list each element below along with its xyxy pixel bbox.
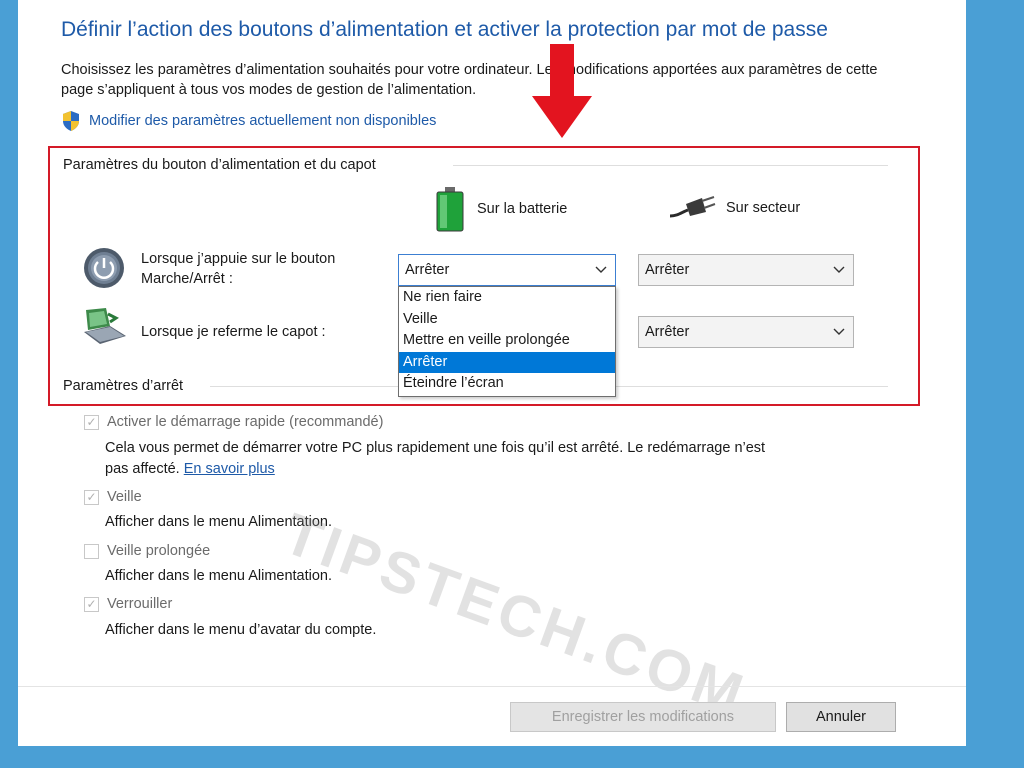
power-button-battery-value: Arrêter: [405, 262, 450, 278]
sleep-option[interactable]: ✓ Veille: [84, 489, 142, 505]
fast-startup-checkbox[interactable]: ✓: [84, 414, 99, 430]
plugged-label: Sur secteur: [726, 200, 801, 216]
watermark: TIPSTECH.COM: [275, 500, 755, 729]
lock-label: Verrouiller: [107, 596, 173, 612]
power-section-title: Paramètres du bouton d’alimentation et d…: [63, 157, 376, 173]
plug-icon: [669, 196, 716, 218]
fast-startup-option[interactable]: ✓ Activer le démarrage rapide (recommand…: [84, 414, 383, 430]
chevron-down-icon: [833, 328, 845, 335]
fast-startup-label: Activer le démarrage rapide (recommandé): [107, 414, 384, 430]
red-arrow-icon: [532, 44, 592, 138]
dropdown-option[interactable]: Mettre en veille prolongée: [399, 330, 615, 352]
page-title: Définir l’action des boutons d’alimentat…: [61, 18, 828, 41]
laptop-lid-icon: [84, 308, 126, 344]
page-description: Choisissez les paramètres d’alimentation…: [61, 62, 878, 98]
hibernate-label: Veille prolongée: [107, 543, 211, 559]
battery-icon: [436, 187, 464, 232]
checkmark-icon: ✓: [86, 415, 97, 429]
power-button-label-line1: Lorsque j’appuie sur le bouton: [141, 251, 336, 267]
power-button-plugged-select[interactable]: Arrêter: [638, 254, 854, 286]
lock-description: Afficher dans le menu d’avatar du compte…: [105, 622, 377, 638]
power-button-plugged-value: Arrêter: [645, 262, 690, 278]
dropdown-option[interactable]: Veille: [399, 309, 615, 331]
plugged-column-header: Sur secteur: [668, 194, 800, 222]
dropdown-option-selected[interactable]: Arrêter: [399, 351, 615, 373]
battery-column-header: Sur la batterie: [433, 186, 567, 232]
sleep-label: Veille: [107, 489, 142, 505]
power-action-dropdown-list[interactable]: Ne rien faire Veille Mettre en veille pr…: [398, 286, 616, 397]
power-button-battery-select[interactable]: Arrêter: [398, 254, 616, 286]
power-button-label: Lorsque j’appuie sur le bouton Marche/Ar…: [141, 249, 335, 289]
dropdown-option[interactable]: Ne rien faire: [399, 287, 615, 309]
fast-startup-description-line2: pas affecté.: [105, 461, 180, 477]
checkmark-icon: ✓: [86, 597, 97, 611]
chevron-down-icon: [595, 266, 607, 273]
fast-startup-description-line2-row: pas affecté. En savoir plus: [105, 461, 275, 477]
battery-label: Sur la batterie: [477, 201, 568, 217]
lock-checkbox[interactable]: ✓: [84, 596, 99, 612]
power-button-label-line2: Marche/Arrêt :: [141, 271, 233, 287]
lock-option[interactable]: ✓ Verrouiller: [84, 596, 172, 612]
admin-settings-link-label[interactable]: Modifier des paramètres actuellement non…: [89, 113, 436, 129]
save-changes-button[interactable]: Enregistrer les modifications: [510, 702, 776, 732]
shutdown-section-title: Paramètres d’arrêt: [63, 378, 184, 394]
checkmark-icon: ✓: [86, 490, 97, 504]
sleep-checkbox[interactable]: ✓: [84, 489, 99, 505]
cancel-button[interactable]: Annuler: [786, 702, 896, 732]
hibernate-checkbox[interactable]: [84, 543, 99, 559]
admin-settings-link[interactable]: Modifier des paramètres actuellement non…: [61, 110, 436, 132]
learn-more-link[interactable]: En savoir plus: [184, 461, 275, 477]
section-divider: [453, 165, 888, 166]
hibernate-option[interactable]: Veille prolongée: [84, 543, 210, 559]
fast-startup-description-line1: Cela vous permet de démarrer votre PC pl…: [105, 440, 766, 456]
lid-plugged-select[interactable]: Arrêter: [638, 316, 854, 348]
power-button-icon: [84, 248, 124, 288]
footer-divider: [18, 686, 966, 687]
shield-icon: [63, 111, 79, 131]
dropdown-option[interactable]: Éteindre l’écran: [399, 373, 615, 395]
chevron-down-icon: [833, 266, 845, 273]
lid-label: Lorsque je referme le capot :: [141, 324, 326, 340]
control-panel-window: Définir l’action des boutons d’alimentat…: [18, 0, 966, 746]
lid-plugged-value: Arrêter: [645, 324, 690, 340]
